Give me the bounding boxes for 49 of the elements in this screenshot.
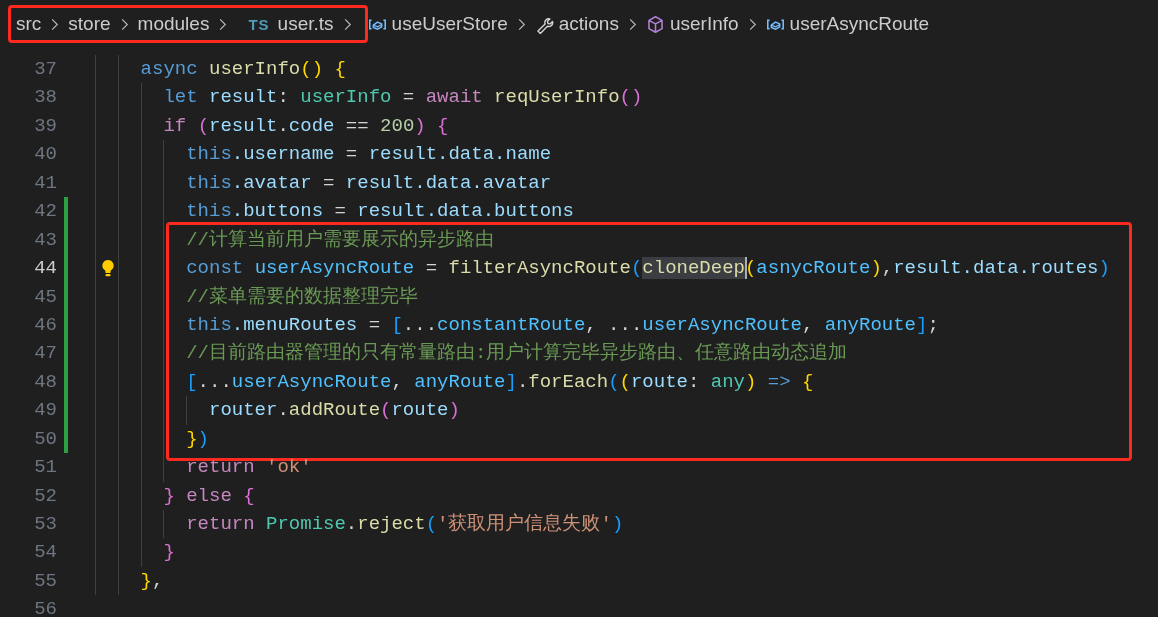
line-number: 41 [33,170,57,196]
code-line: router.addRoute(route) [209,398,460,424]
code-line: let result: userInfo = await reqUserInfo() [163,85,643,111]
cube-icon [645,14,665,34]
breadcrumb-item[interactable]: actions [558,13,619,35]
code-line: } [163,540,175,566]
line-number: 44 [33,256,57,282]
line-number: 43 [33,227,57,253]
line-number: 52 [33,483,57,509]
line-number: 37 [33,57,57,82]
code-line: const userAsyncRoute = filterAsyncRoute(cloneDeep(asnycRoute),result.data.routes) [186,256,1110,282]
code-line: }) [186,426,209,452]
breadcrumb-item[interactable]: modules [137,13,210,35]
code-line: //计算当前用户需要展示的异步路由 [186,227,494,253]
breadcrumb-item[interactable]: userInfo [669,13,739,35]
breadcrumb-item[interactable]: src [16,13,42,35]
breadcrumb-item[interactable]: store [68,13,111,35]
line-number: 56 [33,597,57,617]
code-line: } else { [163,483,255,509]
code-line: return Promise.reject('获取用户信息失败') [186,512,624,537]
line-number: 55 [33,568,57,594]
code-line: this.avatar = result.data.avatar [186,170,552,196]
line-number: 49 [33,398,57,424]
code-line: //目前路由器管理的只有常量路由:用户计算完毕异步路由、任意路由动态追加 [186,341,848,367]
code-line: if (result.code == 200) { [163,113,449,139]
line-number: 38 [33,85,57,111]
line-number: 42 [33,199,57,225]
line-number: 53 [33,512,57,537]
line-number: 50 [33,426,57,452]
code-line: this.buttons = result.data.buttons [186,199,574,225]
line-number: 39 [33,113,57,139]
breadcrumb-item[interactable]: userAsyncRoute [789,13,929,35]
line-number: 54 [33,540,57,566]
code-line: this.username = result.data.name [186,142,552,168]
line-number: 45 [33,284,57,310]
code-line: async userInfo() { [140,57,346,82]
code-line: return 'ok' [186,455,312,481]
line-number: 51 [33,455,57,481]
line-number: 48 [33,369,57,395]
line-number: 47 [33,341,57,367]
code-line: [...userAsyncRoute, anyRoute].forEach((route: any) => { [186,369,814,395]
breadcrumb-item[interactable]: user.ts [277,13,334,35]
line-number: 46 [33,312,57,338]
file-type-label: TS [248,15,270,33]
breadcrumb-item[interactable]: useUserStore [391,13,508,35]
code-line: this.menuRoutes = [...constantRoute, ...userAsyncRoute, anyRoute]; [186,312,939,338]
code-line: //菜单需要的数据整理完毕 [186,284,418,310]
line-number: 40 [33,142,57,168]
code-line: }, [140,568,164,594]
